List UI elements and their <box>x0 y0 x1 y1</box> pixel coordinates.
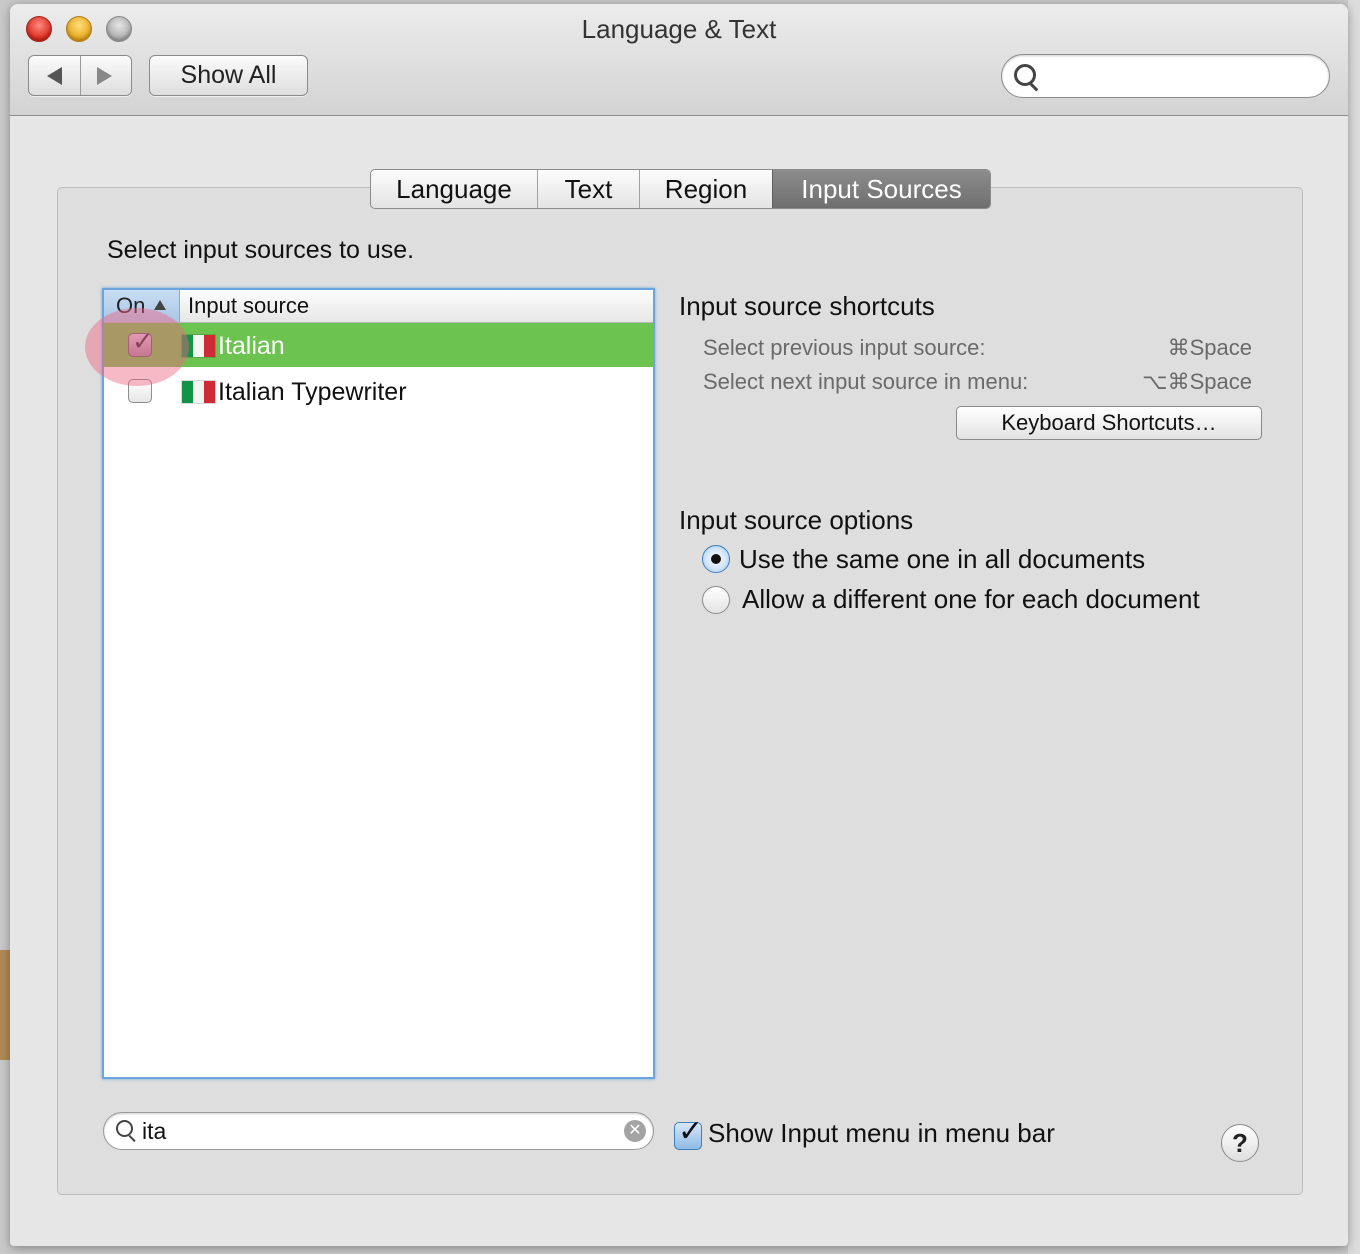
click-highlight <box>85 308 189 386</box>
back-forward-control <box>28 55 132 96</box>
search-input[interactable] <box>1001 54 1330 98</box>
preferences-window: Language & Text Show All Language Text R… <box>10 4 1348 1246</box>
shortcut-label: Select previous input source: <box>703 335 986 360</box>
row-label: Italian Typewriter <box>218 378 407 406</box>
search-icon <box>116 1120 133 1137</box>
radio-label: Allow a different one for each document <box>742 584 1200 614</box>
back-arrow-icon <box>47 67 62 85</box>
column-header-input-source[interactable]: Input source <box>188 290 309 322</box>
help-button[interactable]: ? <box>1221 1124 1259 1162</box>
tab-region[interactable]: Region <box>640 170 772 208</box>
radio-selected-dot <box>711 554 721 564</box>
tab-input-sources[interactable]: Input Sources <box>772 170 990 208</box>
search-icon <box>1014 64 1036 86</box>
input-sources-table[interactable]: On Input source ✓ Italian Italian Typewr… <box>102 288 655 1079</box>
shortcuts-section-title: Input source shortcuts <box>679 291 935 321</box>
tab-language[interactable]: Language <box>371 170 538 208</box>
show-input-menu-label: Show Input menu in menu bar <box>708 1118 1055 1148</box>
show-input-menu-checkbox[interactable]: ✓ <box>674 1117 703 1150</box>
radio-same-source[interactable] <box>702 545 730 573</box>
keyboard-shortcuts-button[interactable]: Keyboard Shortcuts… <box>956 406 1262 440</box>
shortcut-key: ⌥⌘Space <box>1142 369 1252 394</box>
filter-search-field[interactable]: ita ✕ <box>103 1112 654 1150</box>
desktop-background <box>1348 0 1360 1254</box>
sort-ascending-icon <box>154 300 166 310</box>
options-section-title: Input source options <box>679 505 914 535</box>
tab-text[interactable]: Text <box>538 170 640 208</box>
filter-search-value: ita <box>142 1118 167 1144</box>
radio-different-source[interactable] <box>702 586 730 614</box>
shortcut-label: Select next input source in menu: <box>703 369 1029 394</box>
tab-bar: Language Text Region Input Sources <box>370 169 991 209</box>
forward-arrow-icon <box>97 67 112 85</box>
window-title: Language & Text <box>581 14 777 44</box>
row-label: Italian <box>218 332 285 360</box>
checkmark-icon: ✓ <box>678 1115 704 1148</box>
table-header: On Input source <box>104 290 653 323</box>
show-all-button[interactable]: Show All <box>149 55 308 96</box>
italy-flag-icon <box>182 381 215 403</box>
title-bar: Language & Text Show All <box>10 4 1348 116</box>
back-button[interactable] <box>29 56 80 95</box>
forward-button[interactable] <box>81 56 131 95</box>
table-row[interactable]: Italian Typewriter <box>104 369 653 413</box>
radio-label: Use the same one in all documents <box>739 544 1146 574</box>
shortcut-key: ⌘Space <box>1167 335 1252 360</box>
clear-search-icon[interactable]: ✕ <box>624 1120 646 1142</box>
instruction-text: Select input sources to use. <box>107 236 415 264</box>
